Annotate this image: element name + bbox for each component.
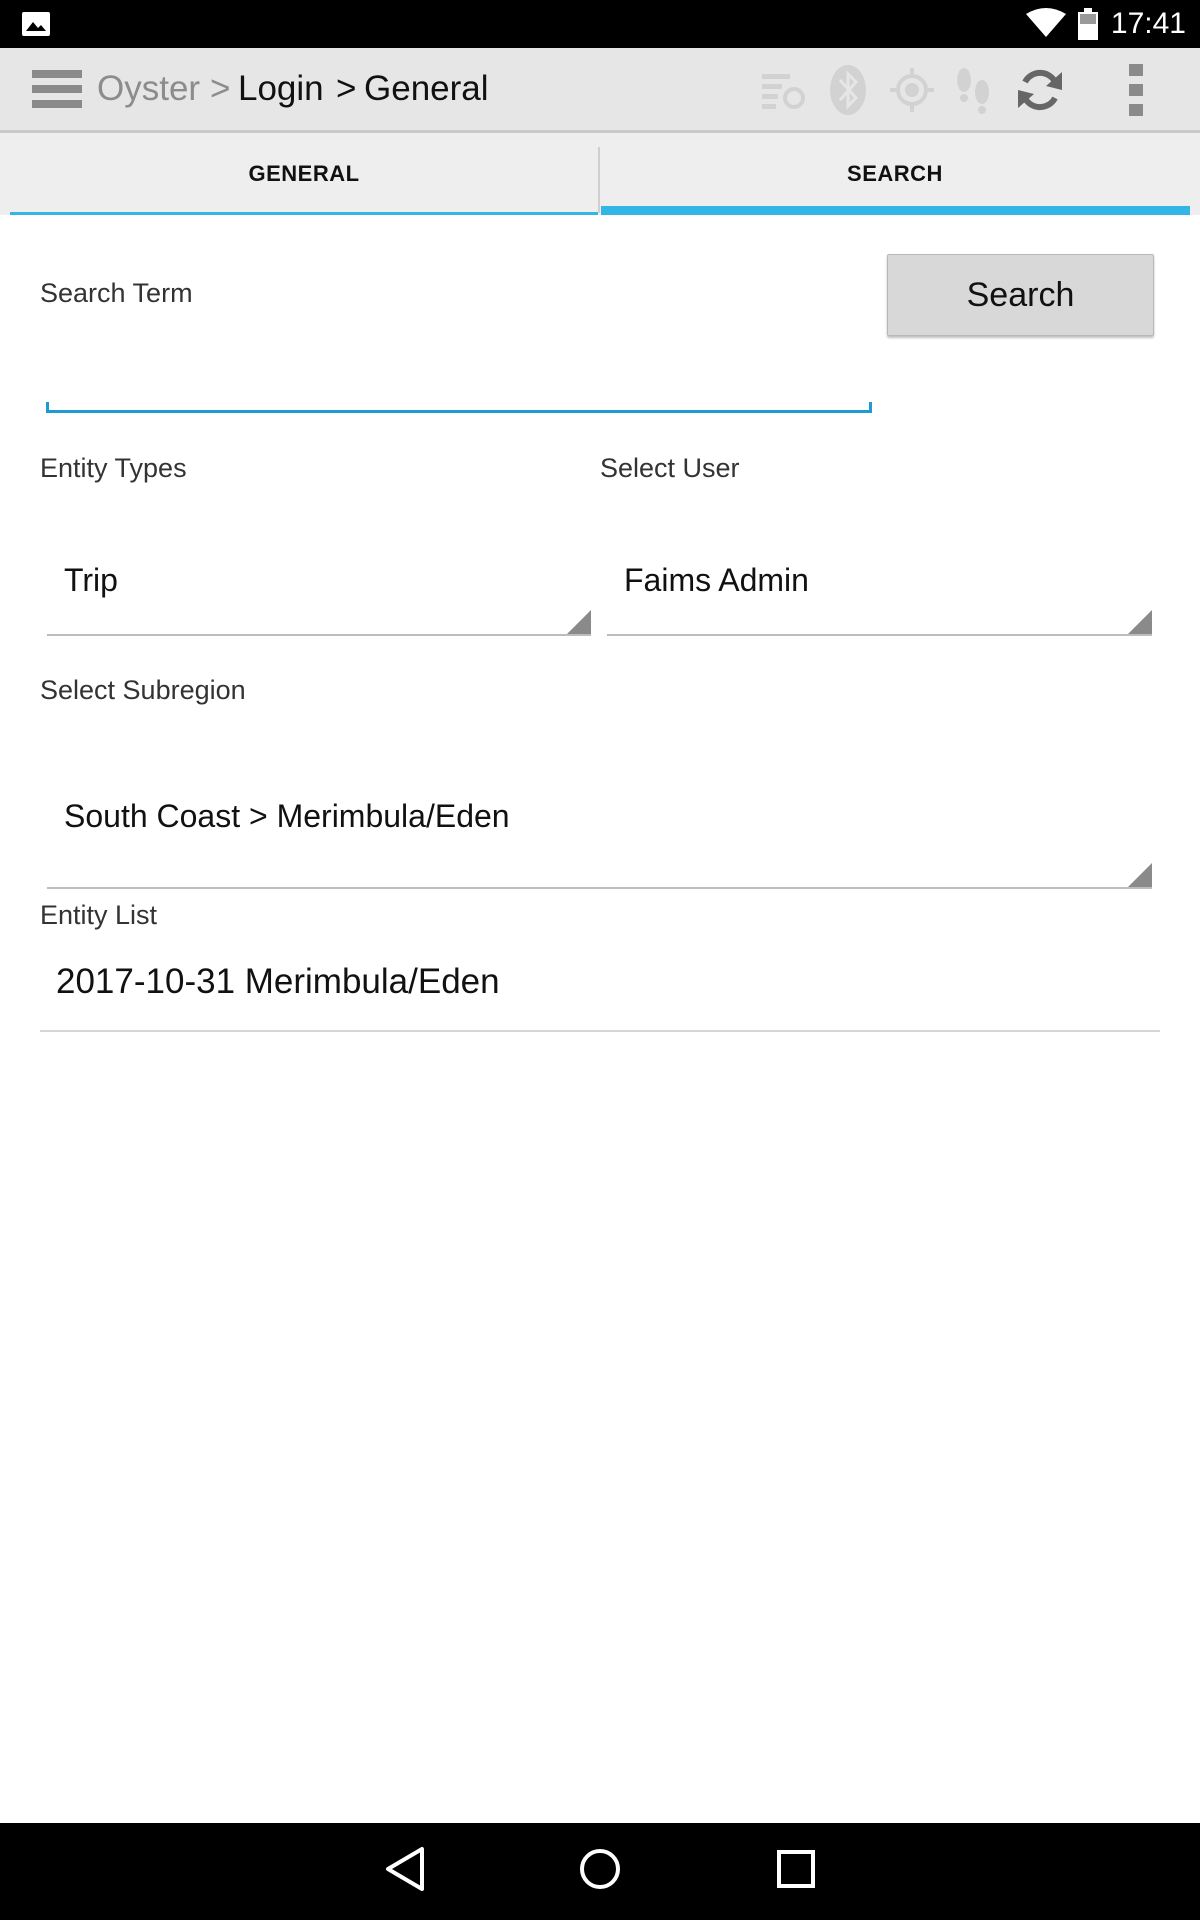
recents-icon[interactable]: [776, 1849, 816, 1889]
breadcrumb-login[interactable]: Login: [238, 48, 324, 130]
entity-types-label: Entity Types: [40, 453, 187, 483]
wifi-icon: [1026, 8, 1066, 37]
select-subregion-select[interactable]: South Coast > Merimbula/Eden: [47, 770, 1152, 889]
list-item[interactable]: 2017-10-31 Merimbula/Eden: [56, 962, 500, 1002]
select-user-select[interactable]: Faims Admin: [607, 540, 1152, 636]
battery-icon: [1078, 8, 1098, 40]
status-time: 17:41: [1110, 7, 1186, 40]
select-subregion-value: South Coast > Merimbula/Eden: [64, 798, 510, 834]
dropdown-arrow-icon: [1128, 610, 1152, 634]
menu-icon[interactable]: [32, 70, 82, 110]
tracking-icon[interactable]: [952, 66, 996, 114]
home-icon[interactable]: [578, 1847, 622, 1891]
back-icon[interactable]: [384, 1845, 428, 1893]
search-term-label: Search Term: [40, 278, 193, 308]
dropdown-arrow-icon: [567, 610, 591, 634]
navigation-bar: [0, 1823, 1200, 1920]
select-user-label: Select User: [600, 453, 740, 483]
breadcrumb-general: General: [364, 69, 489, 108]
status-bar: 17:41: [0, 0, 1200, 48]
breadcrumb-app[interactable]: Oyster: [97, 48, 200, 130]
action-bar: Oyster > Login > General: [0, 48, 1200, 133]
breadcrumb-separator: >: [336, 69, 357, 108]
entity-list-label: Entity List: [40, 900, 158, 930]
entity-types-select[interactable]: Trip: [47, 540, 591, 636]
sync-status-icon[interactable]: [762, 70, 806, 110]
tab-bar: GENERAL SEARCH: [0, 133, 1200, 215]
gps-icon[interactable]: [890, 68, 934, 112]
list-divider: [40, 1030, 1160, 1032]
breadcrumb-separator: >: [210, 69, 231, 108]
image-notification-icon: [22, 12, 50, 36]
refresh-icon[interactable]: [1016, 66, 1064, 114]
dropdown-arrow-icon: [1128, 863, 1152, 887]
overflow-menu-icon[interactable]: [1128, 64, 1144, 116]
search-button[interactable]: Search: [887, 254, 1154, 336]
input-underline-cap: [46, 402, 49, 413]
select-user-value: Faims Admin: [624, 562, 809, 598]
search-term-input[interactable]: [46, 360, 872, 413]
select-subregion-label: Select Subregion: [40, 675, 246, 705]
tab-search-indicator: [601, 206, 1190, 215]
bluetooth-icon[interactable]: [826, 64, 870, 116]
tab-search[interactable]: SEARCH: [600, 133, 1190, 215]
input-underline-cap: [869, 402, 872, 413]
tab-general[interactable]: GENERAL: [10, 133, 598, 215]
entity-types-value: Trip: [64, 562, 118, 598]
